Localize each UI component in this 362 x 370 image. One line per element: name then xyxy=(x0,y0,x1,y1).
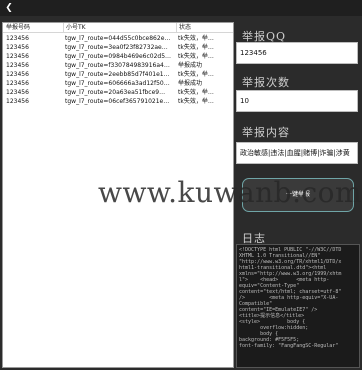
table-row[interactable]: 123456 tgw_l7_route=f330784983916a4… 举报成… xyxy=(3,61,233,70)
table-row[interactable]: 123456 tgw_l7_route=06cef365791021e… tk失… xyxy=(3,97,233,106)
cell-status: tk失效，举… xyxy=(178,35,214,42)
cell-tk: tgw_l7_route=2eebb85d7f401e1… xyxy=(65,71,170,78)
table-row[interactable]: 123456 tgw_l7_route=0984b469e6c02d5… tk失… xyxy=(3,52,233,61)
cell-tk: tgw_l7_route=044d55c0bce862e… xyxy=(65,35,171,42)
cell-tk: tgw_l7_route=06cef365791021e… xyxy=(65,98,170,105)
cell-qq: 123456 xyxy=(6,80,29,87)
cell-status: tk失效，举… xyxy=(178,44,214,51)
cell-status: tk失效，举… xyxy=(178,98,214,105)
cell-status: tk失效，举… xyxy=(178,71,214,78)
title-bar: ❮ xyxy=(0,0,362,16)
column-header-status[interactable]: 状态 xyxy=(176,23,233,33)
table-body: 123456 tgw_l7_route=044d55c0bce862e… tk失… xyxy=(3,34,233,106)
log-text: <!DOCTYPE html PUBLIC "-//W3C//DTD XHTML… xyxy=(239,247,342,349)
cell-qq: 123456 xyxy=(6,62,29,69)
report-count-input[interactable]: 10 xyxy=(236,90,358,112)
cell-tk: tgw_l7_route=3ea0f23f82732ae… xyxy=(65,44,168,51)
cell-status: tk失效，举… xyxy=(178,53,214,60)
report-content-input[interactable]: 政治敏感|违法|血腥|赌博|诈骗|涉黄 xyxy=(236,142,358,164)
report-count-title: 举报次数 xyxy=(242,76,290,89)
cell-tk: tgw_l7_route=f330784983916a4… xyxy=(65,62,170,69)
cell-qq: 123456 xyxy=(6,53,29,60)
cell-tk: tgw_l7_route=20a63ea51fbce9… xyxy=(65,89,166,96)
watermark: www.kuwanb.com xyxy=(98,176,362,209)
cell-tk: tgw_l7_route=0984b469e6c02d5… xyxy=(65,53,172,60)
table-header: 举报号码 小号TK 状态 xyxy=(3,23,233,33)
table-row[interactable]: 123456 tgw_l7_route=2eebb85d7f401e1… tk失… xyxy=(3,70,233,79)
cell-status: 举报成功 xyxy=(178,80,203,87)
cell-qq: 123456 xyxy=(6,71,29,78)
cell-qq: 123456 xyxy=(6,89,29,96)
table-row[interactable]: 123456 tgw_l7_route=3ea0f23f82732ae… tk失… xyxy=(3,43,233,52)
table-row[interactable]: 123456 tgw_l7_route=20a63ea51fbce9… tk失效… xyxy=(3,88,233,97)
column-header-tk[interactable]: 小号TK xyxy=(63,23,176,33)
table-row[interactable]: 123456 tgw_l7_route=044d55c0bce862e… tk失… xyxy=(3,34,233,43)
report-qq-input[interactable]: 123456 xyxy=(236,42,358,64)
cell-qq: 123456 xyxy=(6,35,29,42)
cell-status: 举报成功 xyxy=(178,62,203,69)
column-header-qq[interactable]: 举报号码 xyxy=(6,23,62,33)
report-content-title: 举报内容 xyxy=(242,126,290,139)
cell-tk: tgw_l7_route=606666a3ad12f50… xyxy=(65,80,170,87)
cell-status: tk失效，举… xyxy=(178,89,214,96)
log-panel[interactable]: <!DOCTYPE html PUBLIC "-//W3C//DTD XHTML… xyxy=(236,244,360,368)
cell-qq: 123456 xyxy=(6,44,29,51)
cell-qq: 123456 xyxy=(6,98,29,105)
table-row[interactable]: 123456 tgw_l7_route=606666a3ad12f50… 举报成… xyxy=(3,79,233,88)
back-arrow-icon[interactable]: ❮ xyxy=(3,2,15,14)
